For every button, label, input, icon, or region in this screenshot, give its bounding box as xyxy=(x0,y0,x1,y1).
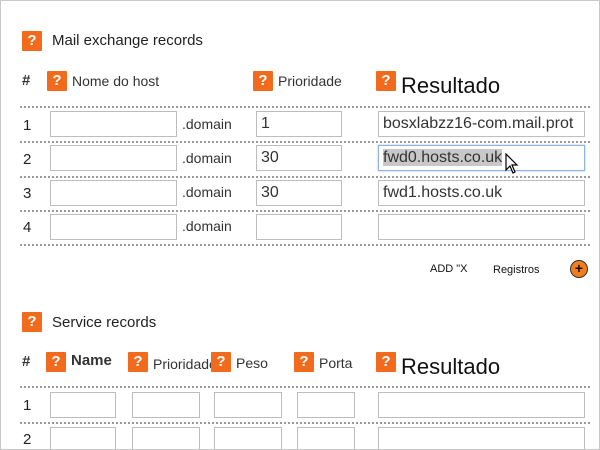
domain-suffix: .domain xyxy=(182,150,232,166)
srv-section-title: Service records xyxy=(52,314,157,331)
mx-priority-input[interactable]: 1 xyxy=(256,111,342,137)
help-icon[interactable]: ? xyxy=(253,71,273,91)
row-divider xyxy=(20,141,590,143)
mx-host-input[interactable] xyxy=(50,145,177,171)
mx-priority-input[interactable]: 30 xyxy=(256,180,342,206)
mx-row-number: 4 xyxy=(23,219,32,236)
help-icon[interactable]: ? xyxy=(376,352,396,372)
mx-result-input[interactable] xyxy=(378,214,585,240)
help-icon[interactable]: ? xyxy=(22,31,42,51)
mx-result-input[interactable]: bosxlabzz16-com.mail.prot xyxy=(378,111,585,137)
plus-icon[interactable]: + xyxy=(570,260,588,278)
mx-row-number: 3 xyxy=(23,185,32,202)
mx-result-input[interactable]: fwd1.hosts.co.uk xyxy=(378,180,585,206)
srv-row-number: 1 xyxy=(23,397,32,414)
domain-suffix: .domain xyxy=(182,116,232,132)
help-icon[interactable]: ? xyxy=(376,71,396,91)
domain-suffix: .domain xyxy=(182,218,232,234)
mouse-cursor-icon xyxy=(505,153,519,174)
srv-col-port: Porta xyxy=(319,355,353,371)
srv-result-input[interactable] xyxy=(378,392,585,418)
domain-suffix: .domain xyxy=(182,184,232,200)
mx-col-host: Nome do host xyxy=(72,73,160,89)
mx-col-result: Resultado xyxy=(401,73,501,98)
srv-name-input[interactable] xyxy=(50,392,116,418)
row-divider xyxy=(20,244,590,246)
srv-col-priority: Prioridade xyxy=(153,356,217,372)
mx-host-input[interactable] xyxy=(50,180,177,206)
mx-priority-input[interactable] xyxy=(256,214,342,240)
srv-col-weight: Peso xyxy=(236,355,268,371)
help-icon[interactable]: ? xyxy=(294,352,314,372)
mx-row-number: 1 xyxy=(23,117,32,134)
srv-weight-input[interactable] xyxy=(214,392,282,418)
srv-priority-input[interactable] xyxy=(132,392,200,418)
srv-port-input[interactable] xyxy=(297,392,355,418)
mx-host-input[interactable] xyxy=(50,214,177,240)
add-records-prefix[interactable]: ADD "X xyxy=(430,263,468,275)
mx-priority-input[interactable]: 30 xyxy=(256,145,342,171)
mx-section-title: Mail exchange records xyxy=(52,32,203,49)
srv-col-name: Name xyxy=(71,352,112,369)
help-icon[interactable]: ? xyxy=(46,352,66,372)
srv-col-result: Resultado xyxy=(401,354,501,379)
srv-row-number: 2 xyxy=(23,431,32,448)
help-icon[interactable]: ? xyxy=(128,352,148,372)
srv-priority-input[interactable] xyxy=(132,427,200,449)
row-divider xyxy=(20,422,590,424)
selected-text: fwd0.hosts.co.uk xyxy=(383,149,503,166)
row-divider xyxy=(20,386,590,388)
mx-host-input[interactable] xyxy=(50,111,177,137)
row-divider xyxy=(20,106,590,108)
row-divider xyxy=(20,210,590,212)
mx-result-input-active[interactable]: fwd0.hosts.co.uk xyxy=(378,145,585,171)
help-icon[interactable]: ? xyxy=(47,71,67,91)
mx-col-hash: # xyxy=(22,72,31,89)
help-icon[interactable]: ? xyxy=(211,352,231,372)
srv-name-input[interactable] xyxy=(50,427,116,449)
srv-weight-input[interactable] xyxy=(214,427,282,449)
mx-row-number: 2 xyxy=(23,151,32,168)
srv-col-hash: # xyxy=(22,353,31,370)
srv-port-input[interactable] xyxy=(297,427,355,449)
srv-result-input[interactable] xyxy=(378,427,585,449)
add-records-label[interactable]: Registros xyxy=(493,264,539,276)
row-divider xyxy=(20,176,590,178)
help-icon[interactable]: ? xyxy=(22,312,42,332)
mx-col-priority: Prioridade xyxy=(278,73,342,89)
